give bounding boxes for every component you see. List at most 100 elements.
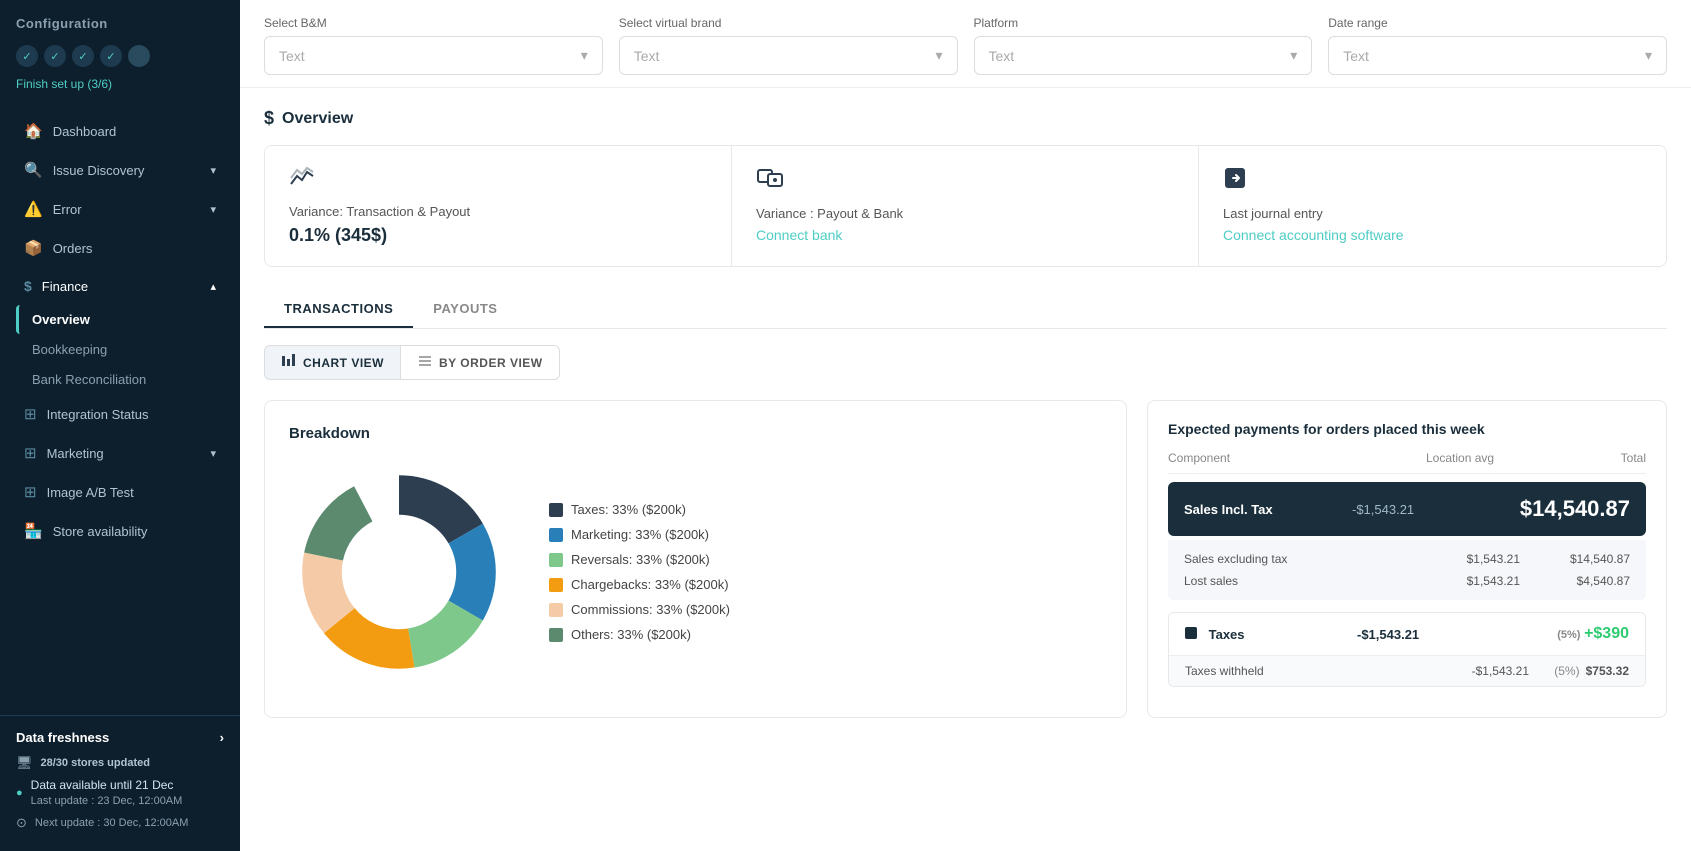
vb-filter: Select virtual brand Text ▾ <box>619 16 958 75</box>
lost-sales-avg: $1,543.21 <box>1410 574 1520 588</box>
sidebar-item-orders[interactable]: 📦 Orders <box>8 229 232 267</box>
connect-accounting-link[interactable]: Connect accounting software <box>1223 227 1404 243</box>
sidebar-item-bookkeeping[interactable]: Bookkeeping <box>16 335 232 364</box>
data-freshness-section: Data freshness › 🖥 28/30 stores updated … <box>0 715 240 851</box>
chevron-down-icon: ▾ <box>210 203 216 216</box>
last-journal-card: Last journal entry Connect accounting so… <box>1199 146 1666 266</box>
sidebar-item-label: Marketing <box>47 446 104 461</box>
donut-chart <box>289 462 509 682</box>
stores-updated-row: 🖥 28/30 stores updated <box>16 755 224 771</box>
date-filter: Date range Text ▾ <box>1328 16 1667 75</box>
expected-payments-card: Expected payments for orders placed this… <box>1147 400 1667 718</box>
sidebar-item-label: Issue Discovery <box>53 163 145 178</box>
legend-dot-marketing <box>549 528 563 542</box>
main-content: Select B&M Text ▾ Select virtual brand T… <box>240 0 1691 851</box>
taxes-withheld-avg: -$1,543.21 <box>1429 664 1529 678</box>
tab-payouts[interactable]: PAYOUTS <box>413 291 517 328</box>
chevron-down-icon: ▾ <box>210 164 216 177</box>
config-label: Configuration <box>0 0 240 39</box>
legend-dot-commissions <box>549 603 563 617</box>
sales-excl-tax-label: Sales excluding tax <box>1184 552 1410 566</box>
overview-title: $ Overview <box>264 108 1667 129</box>
bm-value: Text <box>279 48 305 64</box>
vb-value: Text <box>634 48 660 64</box>
legend-chargebacks: Chargebacks: 33% ($200k) <box>549 577 730 592</box>
variance-transaction-value: 0.1% (345$) <box>289 225 707 246</box>
taxes-icon <box>1185 627 1197 639</box>
dot-2: ✓ <box>44 45 66 67</box>
finance-icon: $ <box>24 278 32 294</box>
bm-select[interactable]: Text ▾ <box>264 36 603 75</box>
sidebar-item-label: Image A/B Test <box>47 485 134 500</box>
orders-icon: 📦 <box>24 239 43 257</box>
legend-marketing-label: Marketing: 33% ($200k) <box>571 527 709 542</box>
chevron-down-icon: ▾ <box>935 47 942 64</box>
legend-others: Others: 33% ($200k) <box>549 627 730 642</box>
sales-incl-tax-label: Sales Incl. Tax <box>1184 502 1352 517</box>
col-total: Total <box>1536 451 1646 465</box>
data-freshness-title: Data freshness <box>16 730 109 745</box>
taxes-total: +$390 <box>1584 625 1629 642</box>
sidebar-item-dashboard[interactable]: 🏠 Dashboard <box>8 112 232 150</box>
stores-updated-count: 28/30 stores updated <box>41 757 150 769</box>
sidebar-item-label: Store availability <box>53 524 148 539</box>
sidebar-item-store-availability[interactable]: 🏪 Store availability <box>8 512 232 550</box>
sidebar-item-label: Error <box>53 202 82 217</box>
legend-commissions-label: Commissions: 33% ($200k) <box>571 602 730 617</box>
legend-reversals: Reversals: 33% ($200k) <box>549 552 730 567</box>
tab-transactions[interactable]: TRANSACTIONS <box>264 291 413 328</box>
chart-legend: Taxes: 33% ($200k) Marketing: 33% ($200k… <box>549 502 730 642</box>
taxes-withheld-label: Taxes withheld <box>1185 664 1429 678</box>
date-select[interactable]: Text ▾ <box>1328 36 1667 75</box>
sidebar-item-image-ab-test[interactable]: ⊞ Image A/B Test <box>8 473 232 511</box>
variance-transaction-card: Variance: Transaction & Payout 0.1% (345… <box>265 146 732 266</box>
legend-commissions: Commissions: 33% ($200k) <box>549 602 730 617</box>
overview-cards: Variance: Transaction & Payout 0.1% (345… <box>264 145 1667 267</box>
sales-excl-tax-avg: $1,543.21 <box>1410 552 1520 566</box>
order-view-icon <box>417 354 433 371</box>
vb-select[interactable]: Text ▾ <box>619 36 958 75</box>
sidebar-item-finance[interactable]: $ Finance ▴ <box>8 268 232 304</box>
chevron-down-icon: ▾ <box>1645 47 1652 64</box>
sidebar-item-integration-status[interactable]: ⊞ Integration Status <box>8 395 232 433</box>
variance-payout-card: Variance : Payout & Bank Connect bank <box>732 146 1199 266</box>
order-view-label: BY ORDER VIEW <box>439 356 543 370</box>
breakdown-card: Breakdown <box>264 400 1127 718</box>
legend-dot-chargebacks <box>549 578 563 592</box>
sidebar-item-bank-reconciliation[interactable]: Bank Reconciliation <box>16 365 232 394</box>
setup-dots: ✓ ✓ ✓ ✓ <box>0 39 240 73</box>
taxes-avg: -$1,543.21 <box>1357 627 1419 642</box>
platform-value: Text <box>989 48 1015 64</box>
chart-view-button[interactable]: CHART VIEW <box>264 345 400 380</box>
sidebar-item-error[interactable]: ⚠️ Error ▾ <box>8 190 232 228</box>
sidebar-item-marketing[interactable]: ⊞ Marketing ▾ <box>8 434 232 472</box>
dot-3: ✓ <box>72 45 94 67</box>
sidebar-item-label: Orders <box>53 241 93 256</box>
sales-incl-tax-avg: -$1,543.21 <box>1352 502 1462 517</box>
error-icon: ⚠️ <box>24 200 43 218</box>
lower-row: Breakdown <box>264 400 1667 718</box>
platform-select[interactable]: Text ▾ <box>974 36 1313 75</box>
taxes-withheld-pct: (5%) <box>1554 664 1579 678</box>
available-until-text: Data available until 21 Dec <box>31 777 183 794</box>
legend-dot-taxes <box>549 503 563 517</box>
data-freshness-header[interactable]: Data freshness › <box>16 730 224 745</box>
col-component: Component <box>1168 451 1426 465</box>
sidebar-item-overview[interactable]: Overview <box>16 305 232 334</box>
taxes-label: Taxes <box>1185 627 1357 642</box>
bm-label: Select B&M <box>264 16 603 30</box>
connect-bank-link[interactable]: Connect bank <box>756 227 842 243</box>
chart-view-icon <box>281 354 297 371</box>
lost-sales-label: Lost sales <box>1184 574 1410 588</box>
dot-4: ✓ <box>100 45 122 67</box>
chevron-up-icon: ▴ <box>210 280 216 293</box>
finish-setup-link[interactable]: Finish set up (3/6) <box>0 73 240 103</box>
payout-icon <box>756 166 1174 196</box>
legend-dot-reversals <box>549 553 563 567</box>
sidebar-item-label: Finance <box>42 279 88 294</box>
view-toggle: CHART VIEW BY ORDER VIEW <box>264 345 1667 380</box>
sidebar-item-issue-discovery[interactable]: 🔍 Issue Discovery ▾ <box>8 151 232 189</box>
taxes-total-col: (5%) +$390 <box>1457 625 1629 643</box>
order-view-button[interactable]: BY ORDER VIEW <box>400 345 560 380</box>
sales-sub-rows: Sales excluding tax $1,543.21 $14,540.87… <box>1168 540 1646 600</box>
